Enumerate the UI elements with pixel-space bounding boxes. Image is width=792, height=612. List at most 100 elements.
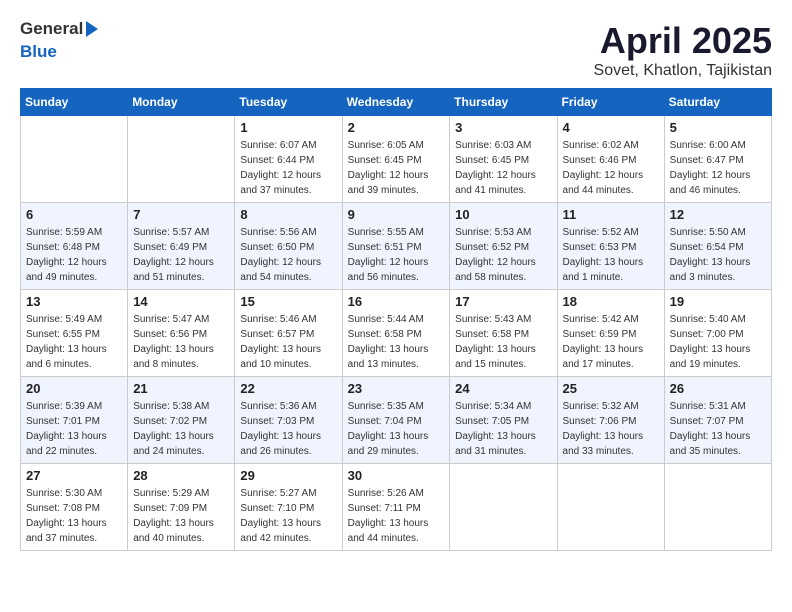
day-number: 27 (26, 468, 122, 483)
day-cell: 25 Sunrise: 5:32 AM Sunset: 7:06 PM Dayli… (557, 377, 664, 464)
day-number: 19 (670, 294, 766, 309)
day-info: Sunrise: 6:00 AM Sunset: 6:47 PM Dayligh… (670, 138, 766, 198)
day-number: 15 (240, 294, 336, 309)
day-cell: 3 Sunrise: 6:03 AM Sunset: 6:45 PM Daylig… (450, 116, 557, 203)
day-cell: 23Sunrise: 5:35 AM Sunset: 7:04 PM Dayli… (342, 377, 450, 464)
day-cell: 7Sunrise: 5:57 AM Sunset: 6:49 PM Daylig… (128, 203, 235, 290)
day-number: 3 (455, 120, 551, 135)
day-cell: 27 Sunrise: 5:30 AM Sunset: 7:08 PM Dayli… (21, 464, 128, 551)
day-info: Sunrise: 5:26 AM Sunset: 7:11 PM Dayligh… (348, 486, 445, 546)
logo: General Blue (20, 20, 98, 61)
day-cell: 2Sunrise: 6:05 AM Sunset: 6:45 PM Daylig… (342, 116, 450, 203)
day-info: Sunrise: 6:07 AM Sunset: 6:44 PM Dayligh… (240, 138, 336, 198)
day-number: 26 (670, 381, 766, 396)
day-number: 14 (133, 294, 229, 309)
day-info: Sunrise: 5:32 AM Sunset: 7:06 PM Dayligh… (563, 399, 659, 459)
day-number: 18 (563, 294, 659, 309)
day-number: 23 (348, 381, 445, 396)
day-info: Sunrise: 5:43 AM Sunset: 6:58 PM Dayligh… (455, 312, 551, 372)
weekday-header-friday: Friday (557, 89, 664, 116)
day-cell: 22 Sunrise: 5:36 AM Sunset: 7:03 PM Dayli… (235, 377, 342, 464)
day-cell: 12 Sunrise: 5:50 AM Sunset: 6:54 PM Dayli… (664, 203, 771, 290)
week-row-4: 20Sunrise: 5:39 AM Sunset: 7:01 PM Dayli… (21, 377, 772, 464)
day-cell (450, 464, 557, 551)
day-number: 10 (455, 207, 551, 222)
day-info: Sunrise: 5:30 AM Sunset: 7:08 PM Dayligh… (26, 486, 122, 546)
week-row-5: 27 Sunrise: 5:30 AM Sunset: 7:08 PM Dayli… (21, 464, 772, 551)
day-cell: 14 Sunrise: 5:47 AM Sunset: 6:56 PM Dayli… (128, 290, 235, 377)
header: General Blue April 2025 Sovet, Khatlon, … (20, 20, 772, 80)
day-number: 7 (133, 207, 229, 222)
day-info: Sunrise: 5:47 AM Sunset: 6:56 PM Dayligh… (133, 312, 229, 372)
day-cell (21, 116, 128, 203)
day-info: Sunrise: 5:55 AM Sunset: 6:51 PM Dayligh… (348, 225, 445, 285)
day-cell (557, 464, 664, 551)
day-info: Sunrise: 5:49 AM Sunset: 6:55 PM Dayligh… (26, 312, 122, 372)
weekday-header-saturday: Saturday (664, 89, 771, 116)
weekday-header-thursday: Thursday (450, 89, 557, 116)
week-row-3: 13Sunrise: 5:49 AM Sunset: 6:55 PM Dayli… (21, 290, 772, 377)
day-number: 28 (133, 468, 229, 483)
day-cell: 30Sunrise: 5:26 AM Sunset: 7:11 PM Dayli… (342, 464, 450, 551)
day-cell: 26 Sunrise: 5:31 AM Sunset: 7:07 PM Dayli… (664, 377, 771, 464)
day-number: 5 (670, 120, 766, 135)
day-cell: 28Sunrise: 5:29 AM Sunset: 7:09 PM Dayli… (128, 464, 235, 551)
day-cell: 21 Sunrise: 5:38 AM Sunset: 7:02 PM Dayli… (128, 377, 235, 464)
day-number: 9 (348, 207, 445, 222)
day-info: Sunrise: 5:53 AM Sunset: 6:52 PM Dayligh… (455, 225, 551, 285)
day-info: Sunrise: 5:50 AM Sunset: 6:54 PM Dayligh… (670, 225, 766, 285)
day-info: Sunrise: 5:39 AM Sunset: 7:01 PM Dayligh… (26, 399, 122, 459)
day-cell: 24 Sunrise: 5:34 AM Sunset: 7:05 PM Dayli… (450, 377, 557, 464)
day-cell: 4Sunrise: 6:02 AM Sunset: 6:46 PM Daylig… (557, 116, 664, 203)
day-cell: 8 Sunrise: 5:56 AM Sunset: 6:50 PM Daylig… (235, 203, 342, 290)
day-number: 21 (133, 381, 229, 396)
day-cell: 11 Sunrise: 5:52 AM Sunset: 6:53 PM Dayli… (557, 203, 664, 290)
day-cell: 19 Sunrise: 5:40 AM Sunset: 7:00 PM Dayli… (664, 290, 771, 377)
title-area: April 2025 Sovet, Khatlon, Tajikistan (594, 20, 772, 80)
day-cell: 1Sunrise: 6:07 AM Sunset: 6:44 PM Daylig… (235, 116, 342, 203)
day-number: 22 (240, 381, 336, 396)
day-info: Sunrise: 5:34 AM Sunset: 7:05 PM Dayligh… (455, 399, 551, 459)
day-number: 6 (26, 207, 122, 222)
weekday-header-row: SundayMondayTuesdayWednesdayThursdayFrid… (21, 89, 772, 116)
day-number: 11 (563, 207, 659, 222)
calendar-subtitle: Sovet, Khatlon, Tajikistan (594, 62, 772, 80)
day-cell (128, 116, 235, 203)
day-info: Sunrise: 5:44 AM Sunset: 6:58 PM Dayligh… (348, 312, 445, 372)
logo-blue-text: Blue (20, 43, 57, 62)
day-info: Sunrise: 6:03 AM Sunset: 6:45 PM Dayligh… (455, 138, 551, 198)
day-info: Sunrise: 5:27 AM Sunset: 7:10 PM Dayligh… (240, 486, 336, 546)
day-info: Sunrise: 6:02 AM Sunset: 6:46 PM Dayligh… (563, 138, 659, 198)
day-number: 24 (455, 381, 551, 396)
day-number: 25 (563, 381, 659, 396)
weekday-header-wednesday: Wednesday (342, 89, 450, 116)
day-cell: 10 Sunrise: 5:53 AM Sunset: 6:52 PM Dayli… (450, 203, 557, 290)
weekday-header-tuesday: Tuesday (235, 89, 342, 116)
day-info: Sunrise: 5:40 AM Sunset: 7:00 PM Dayligh… (670, 312, 766, 372)
day-number: 17 (455, 294, 551, 309)
day-cell: 20Sunrise: 5:39 AM Sunset: 7:01 PM Dayli… (21, 377, 128, 464)
day-info: Sunrise: 5:42 AM Sunset: 6:59 PM Dayligh… (563, 312, 659, 372)
day-info: Sunrise: 5:36 AM Sunset: 7:03 PM Dayligh… (240, 399, 336, 459)
logo-general-text: General (20, 20, 83, 39)
day-number: 29 (240, 468, 336, 483)
weekday-header-sunday: Sunday (21, 89, 128, 116)
day-number: 16 (348, 294, 445, 309)
day-cell: 15Sunrise: 5:46 AM Sunset: 6:57 PM Dayli… (235, 290, 342, 377)
day-info: Sunrise: 5:31 AM Sunset: 7:07 PM Dayligh… (670, 399, 766, 459)
calendar-title: April 2025 (594, 20, 772, 62)
day-info: Sunrise: 5:59 AM Sunset: 6:48 PM Dayligh… (26, 225, 122, 285)
day-info: Sunrise: 5:38 AM Sunset: 7:02 PM Dayligh… (133, 399, 229, 459)
weekday-header-monday: Monday (128, 89, 235, 116)
day-info: Sunrise: 5:56 AM Sunset: 6:50 PM Dayligh… (240, 225, 336, 285)
day-cell: 18 Sunrise: 5:42 AM Sunset: 6:59 PM Dayli… (557, 290, 664, 377)
day-cell: 6 Sunrise: 5:59 AM Sunset: 6:48 PM Daylig… (21, 203, 128, 290)
day-cell: 9 Sunrise: 5:55 AM Sunset: 6:51 PM Daylig… (342, 203, 450, 290)
calendar-table: SundayMondayTuesdayWednesdayThursdayFrid… (20, 88, 772, 551)
day-info: Sunrise: 5:52 AM Sunset: 6:53 PM Dayligh… (563, 225, 659, 285)
day-number: 8 (240, 207, 336, 222)
logo-main: General (20, 20, 98, 39)
logo-triangle-icon (86, 21, 98, 37)
day-cell (664, 464, 771, 551)
day-number: 12 (670, 207, 766, 222)
